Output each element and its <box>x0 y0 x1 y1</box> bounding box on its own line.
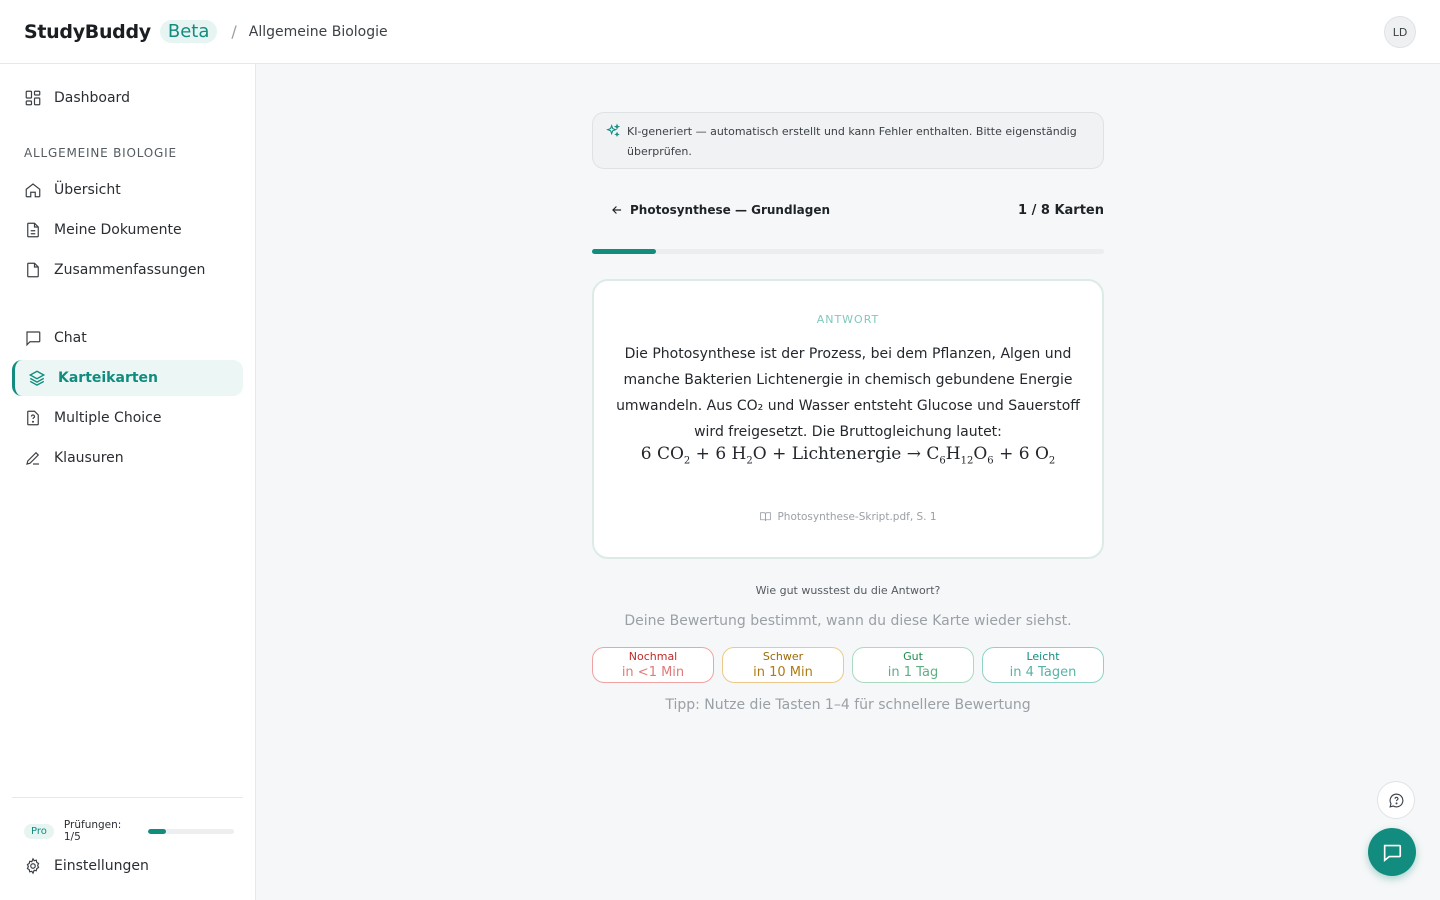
rate-interval: in <1 Min <box>621 665 685 680</box>
deck-progress-bar <box>592 249 1104 254</box>
breadcrumb-course[interactable]: Allgemeine Biologie <box>249 24 388 40</box>
brand-logo[interactable]: StudyBuddy <box>24 21 151 43</box>
rate-good-button[interactable]: Gut in 1 Tag <box>852 647 974 683</box>
sidebar-section-label: ALLGEMEINE BIOLOGIE <box>24 146 177 160</box>
card-answer-text: Die Photosynthese ist der Prozess, bei d… <box>616 346 1080 440</box>
source-text: Photosynthese-Skript.pdf, S. 1 <box>777 510 937 523</box>
gear-icon <box>24 857 42 875</box>
card-source[interactable]: Photosynthese-Skript.pdf, S. 1 <box>594 510 1102 523</box>
sidebar-item-label: Zusammenfassungen <box>54 262 206 278</box>
sidebar: Dashboard ALLGEMEINE BIOLOGIE Übersicht … <box>0 64 256 900</box>
sidebar-item-settings[interactable]: Einstellungen <box>12 848 243 884</box>
layers-icon <box>28 369 46 387</box>
flashcard[interactable]: ANTWORT Die Photosynthese ist der Prozes… <box>592 279 1104 559</box>
help-icon <box>1388 793 1403 808</box>
sidebar-item-exams[interactable]: Klausuren <box>12 440 243 476</box>
sidebar-item-chat[interactable]: Chat <box>12 320 243 356</box>
card-side-label: ANTWORT <box>816 313 880 326</box>
sidebar-item-overview[interactable]: Übersicht <box>12 172 243 208</box>
rate-title: Gut <box>903 650 923 663</box>
sidebar-item-label: Chat <box>54 330 87 346</box>
card-counter: 1 / 8 Karten <box>1018 202 1104 218</box>
rate-title: Schwer <box>762 650 804 663</box>
rating-buttons: Nochmal in <1 Min Schwer in 10 Min Gut i… <box>592 647 1104 683</box>
rating-question: Wie gut wusstest du die Antwort? <box>755 584 941 597</box>
sidebar-divider <box>12 797 243 798</box>
sidebar-item-label: Karteikarten <box>58 370 159 386</box>
document-icon <box>24 221 42 239</box>
exam-usage-text: Prüfungen: 1/5 <box>63 819 122 843</box>
help-button[interactable] <box>1377 781 1415 819</box>
rate-title: Leicht <box>1026 650 1060 663</box>
rate-interval: in 1 Tag <box>887 665 939 680</box>
breadcrumb-separator: / <box>231 22 237 41</box>
sidebar-item-summaries[interactable]: Zusammenfassungen <box>12 252 243 288</box>
plan-badge: Pro <box>24 823 54 839</box>
question-icon <box>24 409 42 427</box>
sidebar-item-dashboard[interactable]: Dashboard <box>12 80 243 116</box>
deck-title: Photosynthese — Grundlagen <box>630 203 831 217</box>
beta-badge: Beta <box>159 20 218 43</box>
notice-text: KI-generiert — automatisch erstellt und … <box>627 125 1077 158</box>
rate-title: Nochmal <box>628 650 678 663</box>
rate-hard-button[interactable]: Schwer in 10 Min <box>722 647 844 683</box>
pen-icon <box>24 449 42 467</box>
user-avatar[interactable]: LD <box>1384 16 1416 48</box>
sidebar-item-label: Klausuren <box>54 450 124 466</box>
plan-usage: Pro Prüfungen: 1/5 <box>24 819 234 843</box>
sidebar-item-label: Übersicht <box>54 182 121 198</box>
sparkle-icon <box>606 123 621 138</box>
dashboard-icon <box>24 89 42 107</box>
arrow-left-icon <box>612 206 622 214</box>
card-formula: 6 CO2 + 6 H2O + Lichtenergie → C6H12O6 +… <box>640 444 1056 467</box>
open-chat-button[interactable] <box>1368 828 1416 876</box>
deck-progress-fill <box>592 249 656 254</box>
keyboard-tip: Tipp: Nutze die Tasten 1–4 für schneller… <box>665 697 1031 713</box>
file-icon <box>24 261 42 279</box>
sidebar-item-multiple-choice[interactable]: Multiple Choice <box>12 400 243 436</box>
sidebar-item-label: Einstellungen <box>54 858 149 874</box>
rate-interval: in 4 Tagen <box>1009 665 1077 680</box>
rating-hint: Deine Bewertung bestimmt, wann du diese … <box>624 613 1072 629</box>
sidebar-item-label: Dashboard <box>54 90 130 106</box>
sidebar-item-flashcards[interactable]: Karteikarten <box>12 360 243 396</box>
rate-interval: in 10 Min <box>753 665 813 680</box>
exam-usage-fill <box>148 828 166 834</box>
chat-icon <box>24 329 42 347</box>
sidebar-item-documents[interactable]: Meine Dokumente <box>12 212 243 248</box>
rate-easy-button[interactable]: Leicht in 4 Tagen <box>982 647 1104 683</box>
home-icon <box>24 181 42 199</box>
deck-header: Photosynthese — Grundlagen 1 / 8 Karten <box>592 200 1104 220</box>
ai-generated-notice: KI-generiert — automatisch erstellt und … <box>592 112 1104 169</box>
back-to-deck-button[interactable]: Photosynthese — Grundlagen <box>592 203 830 217</box>
chat-icon <box>1383 844 1402 862</box>
top-header: StudyBuddy Beta / Allgemeine Biologie LD <box>0 0 1440 64</box>
sidebar-item-label: Multiple Choice <box>54 410 162 426</box>
book-icon <box>760 512 772 521</box>
sidebar-item-label: Meine Dokumente <box>54 222 182 238</box>
rate-again-button[interactable]: Nochmal in <1 Min <box>592 647 714 683</box>
exam-usage-bar <box>148 828 234 834</box>
